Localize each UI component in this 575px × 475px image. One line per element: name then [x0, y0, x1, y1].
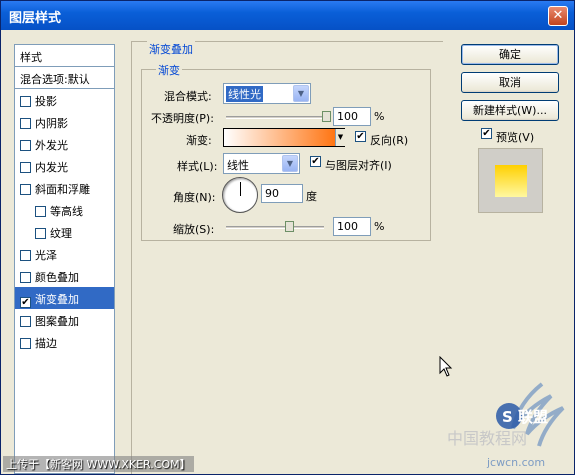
style-item[interactable]: 描边 — [15, 331, 114, 353]
style-item[interactable]: 图案叠加 — [15, 309, 114, 331]
style-item-checkbox[interactable] — [35, 206, 46, 217]
angle-label: 角度(N): — [173, 191, 216, 204]
opacity-label: 不透明度(P): — [151, 112, 214, 125]
group-title: 渐变叠加 — [147, 41, 195, 57]
style-item-label: 内发光 — [35, 161, 68, 174]
style-item-label: 颜色叠加 — [35, 271, 79, 284]
upload-watermark: 上传于【新客网 WWW.XKER.COM】 — [3, 456, 194, 472]
style-item-label: 外发光 — [35, 139, 68, 152]
logo-site-name: 中国教程网 — [447, 429, 527, 448]
style-item-checkbox[interactable] — [35, 228, 46, 239]
opacity-slider[interactable] — [226, 116, 328, 119]
logo-brand-text: S 联盟 — [502, 408, 548, 426]
style-item-checkbox[interactable]: ✔ — [20, 297, 31, 308]
styles-list-header[interactable]: 样式 — [15, 45, 114, 67]
scale-slider-thumb[interactable] — [284, 221, 294, 232]
preview-swatch — [495, 165, 527, 197]
subgroup-title: 渐变 — [156, 62, 182, 78]
gradient-picker[interactable] — [223, 128, 345, 147]
style-item-checkbox[interactable] — [20, 184, 31, 195]
style-item-checkbox[interactable] — [20, 162, 31, 173]
watermark-logo: S 联盟 中国教程网 jcwcn.com — [447, 382, 565, 469]
layer-style-dialog: 图层样式 ✕ 样式 混合选项:默认 投影内阴影外发光内发光斜面和浮雕等高线纹理光… — [0, 0, 575, 475]
chevron-down-icon: ▼ — [293, 85, 309, 102]
style-item-checkbox[interactable] — [20, 118, 31, 129]
style-item-label: 渐变叠加 — [35, 293, 79, 306]
dialog-title: 图层样式 — [9, 11, 62, 26]
style-item-label: 描边 — [35, 337, 57, 350]
close-icon: ✕ — [552, 8, 564, 23]
style-preview — [478, 148, 543, 213]
style-item[interactable]: ✔ 渐变叠加 — [15, 287, 114, 309]
reverse-label: 反向(R) — [370, 134, 409, 147]
angle-dial-hand — [240, 182, 241, 196]
style-item-label: 纹理 — [50, 227, 72, 240]
scale-input[interactable]: 100 — [333, 217, 371, 236]
title-bar[interactable]: 图层样式 ✕ — [1, 1, 574, 30]
style-item-checkbox[interactable] — [20, 140, 31, 151]
style-item[interactable]: 内阴影 — [15, 111, 114, 133]
chevron-down-icon: ▼ — [282, 155, 298, 172]
style-item[interactable]: 光泽 — [15, 243, 114, 265]
style-item-checkbox[interactable] — [20, 250, 31, 261]
arrow-cursor-icon — [439, 356, 453, 377]
style-item[interactable]: 颜色叠加 — [15, 265, 114, 287]
style-item-checkbox[interactable] — [20, 338, 31, 349]
angle-input[interactable]: 90 — [261, 184, 303, 203]
checkmark-icon: ✔ — [311, 156, 320, 167]
style-item-checkbox[interactable] — [20, 316, 31, 327]
cancel-button[interactable]: 取消 — [461, 72, 559, 93]
close-button[interactable]: ✕ — [548, 6, 568, 26]
style-select[interactable]: 线性 ▼ — [223, 153, 300, 174]
scale-label: 缩放(S): — [173, 223, 215, 236]
style-item-checkbox[interactable] — [20, 96, 31, 107]
style-item[interactable]: 内发光 — [15, 155, 114, 177]
style-label: 样式(L): — [177, 160, 218, 173]
checkmark-icon: ✔ — [356, 131, 365, 142]
blend-mode-value: 线性光 — [226, 86, 263, 102]
style-item[interactable]: 投影 — [15, 89, 114, 111]
align-label: 与图层对齐(I) — [325, 159, 392, 172]
styles-list: 样式 混合选项:默认 投影内阴影外发光内发光斜面和浮雕等高线纹理光泽颜色叠加 ✔ 渐… — [14, 44, 115, 474]
logo-url: jcwcn.com — [486, 456, 545, 469]
ok-button[interactable]: 确定 — [461, 44, 559, 65]
angle-dial[interactable] — [222, 177, 258, 213]
preview-checkbox[interactable]: ✔ — [481, 128, 492, 139]
opacity-input[interactable]: 100 — [333, 107, 371, 126]
style-item-label: 投影 — [35, 95, 57, 108]
scale-slider[interactable] — [226, 226, 324, 229]
style-item[interactable]: 斜面和浮雕 — [15, 177, 114, 199]
style-item-label: 内阴影 — [35, 117, 68, 130]
style-item-label: 等高线 — [50, 205, 83, 218]
checkmark-icon: ✔ — [482, 128, 491, 139]
blend-options-item[interactable]: 混合选项:默认 — [15, 67, 114, 89]
reverse-checkbox[interactable]: ✔ — [355, 131, 366, 142]
angle-unit: 度 — [306, 190, 317, 203]
preview-label: 预览(V) — [496, 131, 535, 144]
style-value: 线性 — [227, 159, 249, 172]
blend-mode-select[interactable]: 线性光 ▼ — [223, 83, 311, 104]
opacity-slider-thumb[interactable] — [322, 111, 331, 122]
opacity-unit: % — [374, 110, 385, 123]
blend-mode-label: 混合模式: — [164, 90, 212, 103]
style-item[interactable]: 外发光 — [15, 133, 114, 155]
gradient-dropdown-icon[interactable]: ▼ — [335, 129, 345, 146]
gradient-label: 渐变: — [186, 134, 212, 147]
style-item-label: 图案叠加 — [35, 315, 79, 328]
style-items: 投影内阴影外发光内发光斜面和浮雕等高线纹理光泽颜色叠加 ✔ 渐变叠加图案叠加描边 — [15, 89, 114, 353]
style-item-label: 光泽 — [35, 249, 57, 262]
new-style-button[interactable]: 新建样式(W)... — [461, 100, 559, 121]
style-item-checkbox[interactable] — [20, 272, 31, 283]
style-item[interactable]: 纹理 — [15, 221, 114, 243]
scale-unit: % — [374, 220, 385, 233]
style-item[interactable]: 等高线 — [15, 199, 114, 221]
align-checkbox[interactable]: ✔ — [310, 156, 321, 167]
style-item-label: 斜面和浮雕 — [35, 183, 90, 196]
